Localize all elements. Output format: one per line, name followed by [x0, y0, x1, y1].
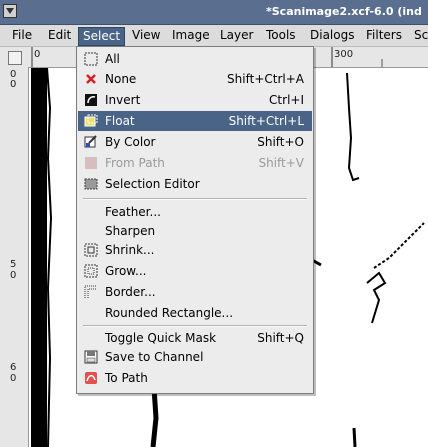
- menu-tools[interactable]: Tools: [262, 27, 300, 44]
- menu-view[interactable]: View: [128, 27, 164, 44]
- window-title: *Scanimage2.xcf-6.0 (ind: [266, 5, 422, 18]
- menu-item-label: Save to Channel: [105, 350, 204, 364]
- menu-item-label: Float: [105, 114, 135, 128]
- menu-script-fu[interactable]: Sc: [410, 27, 428, 44]
- menu-item-shortcut: Shift+Ctrl+A: [227, 72, 304, 86]
- select-none-icon: [86, 74, 96, 84]
- ruler-corner: [0, 47, 29, 68]
- menu-filters[interactable]: Filters: [362, 27, 406, 44]
- menu-item-none[interactable]: None Shift+Ctrl+A: [78, 69, 312, 89]
- menu-item-grow[interactable]: Grow...: [78, 261, 312, 281]
- menu-item-shortcut: Shift+Q: [257, 331, 304, 345]
- to-path-icon: [85, 372, 97, 384]
- ruler-label: 0: [10, 373, 17, 384]
- menu-image[interactable]: Image: [168, 27, 214, 44]
- menu-layer[interactable]: Layer: [216, 27, 257, 44]
- menu-item-label: Feather...: [105, 205, 161, 219]
- menu-item-label: None: [105, 72, 137, 86]
- menu-item-label: Selection Editor: [105, 177, 200, 191]
- menu-item-shortcut: Shift+V: [258, 156, 304, 170]
- menu-item-label: Invert: [105, 93, 141, 107]
- menu-edit[interactable]: Edit: [44, 27, 75, 44]
- menu-item-label: Grow...: [105, 264, 147, 278]
- window-menu-icon[interactable]: [3, 4, 17, 18]
- ruler-label: 0: [34, 49, 41, 60]
- ruler-label: 0: [10, 270, 17, 281]
- menu-item-label: Sharpen: [105, 224, 156, 238]
- by-color-icon: [84, 135, 97, 148]
- menu-item-label: To Path: [105, 371, 148, 385]
- grow-icon: [84, 264, 98, 278]
- ruler-label: 300: [334, 49, 354, 60]
- select-menu: All None Shift+Ctrl+A Invert Ctrl+I Floa…: [76, 46, 314, 394]
- menu-item-rounded-rectangle[interactable]: Rounded Rectangle...: [78, 303, 312, 323]
- from-path-icon: [85, 157, 97, 169]
- menu-item-save-to-channel[interactable]: Save to Channel: [78, 347, 312, 367]
- menu-item-all[interactable]: All: [78, 49, 312, 69]
- menu-item-label: Toggle Quick Mask: [105, 331, 217, 345]
- menu-item-label: Border...: [105, 285, 156, 299]
- menu-item-invert[interactable]: Invert Ctrl+I: [78, 90, 312, 110]
- border-icon: [84, 285, 97, 298]
- menu-item-label: Shrink...: [105, 243, 155, 257]
- menu-item-sharpen[interactable]: Sharpen: [78, 221, 312, 241]
- menu-item-label: All: [105, 52, 120, 66]
- menu-separator: [83, 198, 307, 200]
- selection-editor-icon: [84, 178, 98, 190]
- menu-item-from-path: From Path Shift+V: [78, 153, 312, 173]
- menu-item-label: Rounded Rectangle...: [105, 306, 234, 320]
- invert-icon: [85, 94, 97, 106]
- menu-dialogs[interactable]: Dialogs: [306, 27, 358, 44]
- menu-item-feather[interactable]: Feather...: [78, 202, 312, 222]
- menu-item-border[interactable]: Border...: [78, 282, 312, 302]
- menu-item-float[interactable]: Float Shift+Ctrl+L: [78, 111, 312, 131]
- menu-separator: [83, 325, 307, 327]
- float-icon: [84, 114, 98, 127]
- menu-item-toggle-quick-mask[interactable]: Toggle Quick Mask Shift+Q: [78, 328, 312, 348]
- menu-item-by-color[interactable]: By Color Shift+O: [78, 132, 312, 152]
- menu-select[interactable]: Select: [78, 27, 126, 46]
- ruler-label: 6: [10, 362, 17, 373]
- quick-mask-toggle-icon[interactable]: [8, 51, 22, 65]
- shrink-icon: [84, 243, 98, 257]
- vertical-ruler[interactable]: 0 0 5 0 6 0: [0, 67, 29, 447]
- menu-item-label: From Path: [105, 156, 165, 170]
- menu-item-shortcut: Shift+O: [257, 135, 304, 149]
- menu-item-shortcut: Ctrl+I: [269, 93, 304, 107]
- ruler-label: 5: [10, 259, 17, 270]
- menu-item-shortcut: Shift+Ctrl+L: [228, 114, 304, 128]
- menu-item-selection-editor[interactable]: Selection Editor: [78, 174, 312, 194]
- menu-item-shrink[interactable]: Shrink...: [78, 240, 312, 260]
- menu-item-to-path[interactable]: To Path: [78, 368, 312, 388]
- save-channel-icon: [84, 350, 98, 364]
- window-titlebar: *Scanimage2.xcf-6.0 (ind: [0, 0, 428, 25]
- menu-item-label: By Color: [105, 135, 156, 149]
- ruler-label: 0: [10, 79, 17, 90]
- menu-file[interactable]: File: [8, 27, 36, 44]
- menubar: File Edit Select View Image Layer Tools …: [0, 25, 428, 47]
- select-all-icon: [84, 52, 98, 66]
